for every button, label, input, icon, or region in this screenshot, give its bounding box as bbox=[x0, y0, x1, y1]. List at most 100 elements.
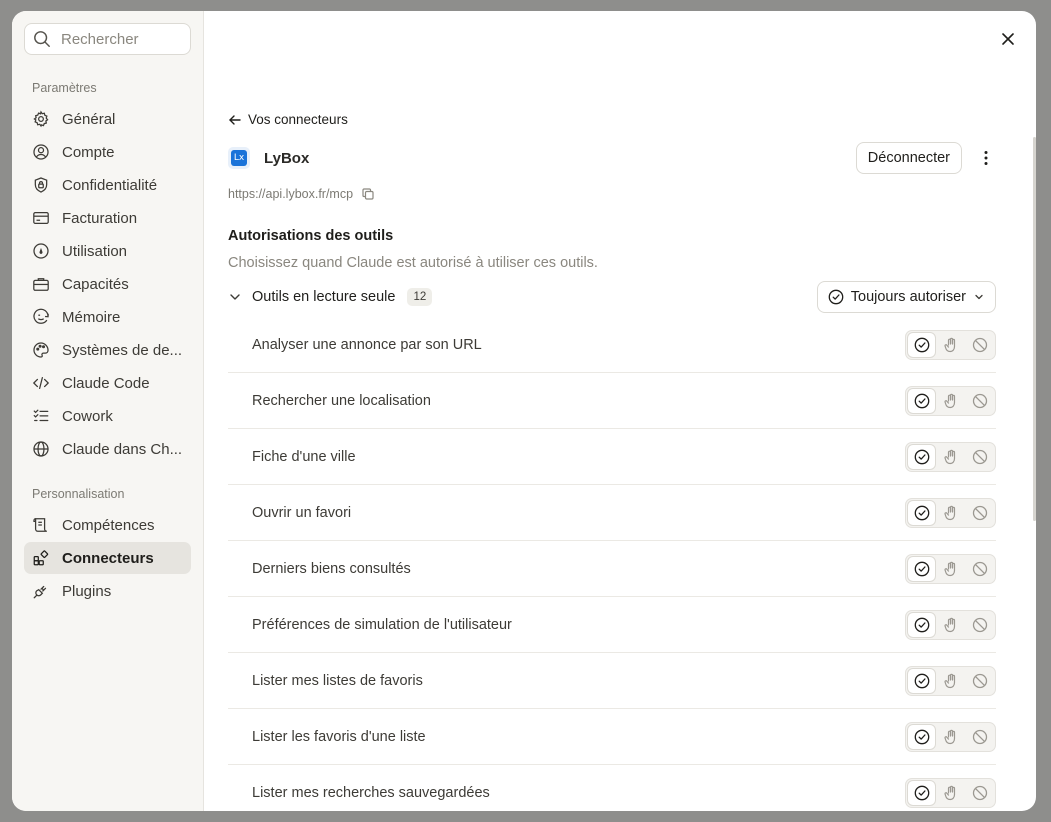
logo-mark: Lx bbox=[231, 150, 247, 166]
tool-name: Fiche d'une ville bbox=[252, 448, 356, 465]
block-icon bbox=[972, 449, 987, 464]
ask-permission-button[interactable] bbox=[936, 780, 965, 806]
sidebar-item-cowork[interactable]: Cowork bbox=[24, 400, 191, 432]
user-circle-icon bbox=[33, 144, 49, 160]
always-allow-button[interactable] bbox=[907, 443, 936, 470]
group-policy-dropdown[interactable]: Toujours autoriser bbox=[816, 281, 996, 313]
always-allow-button[interactable] bbox=[907, 555, 936, 582]
sidebar-item-plugins[interactable]: Plugins bbox=[24, 575, 191, 607]
tool-row: Ouvrir un favori bbox=[228, 485, 996, 541]
block-icon bbox=[972, 505, 987, 520]
sidebar-item-label: Compétences bbox=[62, 516, 155, 534]
always-allow-button[interactable] bbox=[907, 667, 936, 694]
tool-group-label: Outils en lecture seule bbox=[252, 289, 396, 305]
sidebar-item-label: Claude Code bbox=[62, 374, 150, 392]
sidebar-item-memory[interactable]: Mémoire bbox=[24, 301, 191, 333]
sidebar-item-billing[interactable]: Facturation bbox=[24, 202, 191, 234]
hand-icon bbox=[943, 729, 955, 744]
tool-permission-toggle bbox=[905, 609, 996, 640]
tool-name: Lister les favoris d'une liste bbox=[252, 728, 426, 745]
ask-permission-button[interactable] bbox=[936, 388, 965, 414]
hand-icon bbox=[943, 785, 955, 800]
sidebar-item-claude-code[interactable]: Claude Code bbox=[24, 367, 191, 399]
check-circle-icon bbox=[914, 561, 929, 576]
permissions-description: Choisissez quand Claude est autorisé à u… bbox=[228, 255, 598, 271]
hand-icon bbox=[943, 337, 955, 352]
hand-icon bbox=[943, 393, 955, 408]
tool-permission-toggle bbox=[905, 497, 996, 528]
ask-permission-button[interactable] bbox=[936, 556, 965, 582]
ask-permission-button[interactable] bbox=[936, 612, 965, 638]
ask-permission-button[interactable] bbox=[936, 444, 965, 470]
check-circle-icon bbox=[914, 785, 929, 800]
sidebar-item-claude-in-chrome[interactable]: Claude dans Ch... bbox=[24, 433, 191, 465]
never-allow-button[interactable] bbox=[965, 612, 994, 638]
ask-permission-button[interactable] bbox=[936, 500, 965, 526]
sidebar-item-connectors[interactable]: Connecteurs bbox=[24, 542, 191, 574]
ask-permission-button[interactable] bbox=[936, 332, 965, 358]
always-allow-button[interactable] bbox=[907, 387, 936, 414]
memory-icon bbox=[33, 308, 49, 324]
ask-permission-button[interactable] bbox=[936, 668, 965, 694]
tool-row: Préférences de simulation de l'utilisate… bbox=[228, 597, 996, 653]
arrow-left-icon bbox=[229, 114, 241, 125]
sidebar-item-label: Systèmes de de... bbox=[62, 341, 183, 359]
main-panel: Vos connecteurs Lx LyBox Déconnecter htt… bbox=[204, 11, 1036, 811]
check-circle-icon bbox=[914, 505, 929, 520]
briefcase-icon bbox=[33, 278, 49, 291]
palette-icon bbox=[33, 342, 49, 358]
never-allow-button[interactable] bbox=[965, 556, 994, 582]
tool-row: Lister mes listes de favoris bbox=[228, 653, 996, 709]
close-button[interactable] bbox=[998, 29, 1018, 49]
always-allow-button[interactable] bbox=[907, 723, 936, 750]
check-circle-icon bbox=[828, 289, 844, 305]
tool-permission-toggle bbox=[905, 385, 996, 416]
never-allow-button[interactable] bbox=[965, 500, 994, 526]
search-input[interactable] bbox=[61, 30, 171, 48]
sidebar-item-privacy[interactable]: Confidentialité bbox=[24, 169, 191, 201]
sidebar-item-label: Claude dans Ch... bbox=[62, 440, 183, 458]
tool-row: Lister mes recherches sauvegardées bbox=[228, 765, 996, 811]
tool-row: Analyser une annonce par son URL bbox=[228, 317, 996, 373]
always-allow-button[interactable] bbox=[907, 331, 936, 358]
copy-icon[interactable] bbox=[361, 187, 375, 201]
sidebar-item-account[interactable]: Compte bbox=[24, 136, 191, 168]
never-allow-button[interactable] bbox=[965, 724, 994, 750]
always-allow-button[interactable] bbox=[907, 499, 936, 526]
gauge-icon bbox=[33, 243, 49, 259]
check-circle-icon bbox=[914, 729, 929, 744]
connector-url-row: https://api.lybox.fr/mcp bbox=[228, 187, 996, 201]
sidebar-item-label: Plugins bbox=[62, 582, 112, 600]
always-allow-button[interactable] bbox=[907, 611, 936, 638]
search-box[interactable] bbox=[24, 23, 191, 55]
more-options-button[interactable] bbox=[976, 148, 996, 168]
never-allow-button[interactable] bbox=[965, 668, 994, 694]
check-circle-icon bbox=[914, 337, 929, 352]
sidebar-item-label: Cowork bbox=[62, 407, 113, 425]
sidebar-item-capabilities[interactable]: Capacités bbox=[24, 268, 191, 300]
chevron-down-icon bbox=[975, 294, 983, 300]
always-allow-button[interactable] bbox=[907, 779, 936, 806]
sidebar-item-general[interactable]: Général bbox=[24, 103, 191, 135]
scrollbar[interactable] bbox=[1033, 137, 1036, 521]
sidebar: Paramètres Général Compte Confidentialit… bbox=[12, 11, 204, 811]
ask-permission-button[interactable] bbox=[936, 724, 965, 750]
hand-icon bbox=[943, 673, 955, 688]
sidebar-item-design-systems[interactable]: Systèmes de de... bbox=[24, 334, 191, 366]
never-allow-button[interactable] bbox=[965, 444, 994, 470]
tool-permission-toggle bbox=[905, 553, 996, 584]
back-to-connectors-link[interactable]: Vos connecteurs bbox=[228, 112, 996, 127]
sidebar-item-usage[interactable]: Utilisation bbox=[24, 235, 191, 267]
never-allow-button[interactable] bbox=[965, 780, 994, 806]
never-allow-button[interactable] bbox=[965, 388, 994, 414]
tool-name: Lister mes listes de favoris bbox=[252, 672, 423, 689]
tool-permission-toggle bbox=[905, 441, 996, 472]
sidebar-item-skills[interactable]: Compétences bbox=[24, 509, 191, 541]
tool-row: Rechercher une localisation bbox=[228, 373, 996, 429]
hand-icon bbox=[943, 617, 955, 632]
tool-permission-toggle bbox=[905, 721, 996, 752]
disconnect-button[interactable]: Déconnecter bbox=[855, 142, 962, 174]
connector-header: Lx LyBox Déconnecter bbox=[228, 142, 996, 174]
tool-group-toggle[interactable]: Outils en lecture seule 12 bbox=[228, 288, 433, 306]
never-allow-button[interactable] bbox=[965, 332, 994, 358]
